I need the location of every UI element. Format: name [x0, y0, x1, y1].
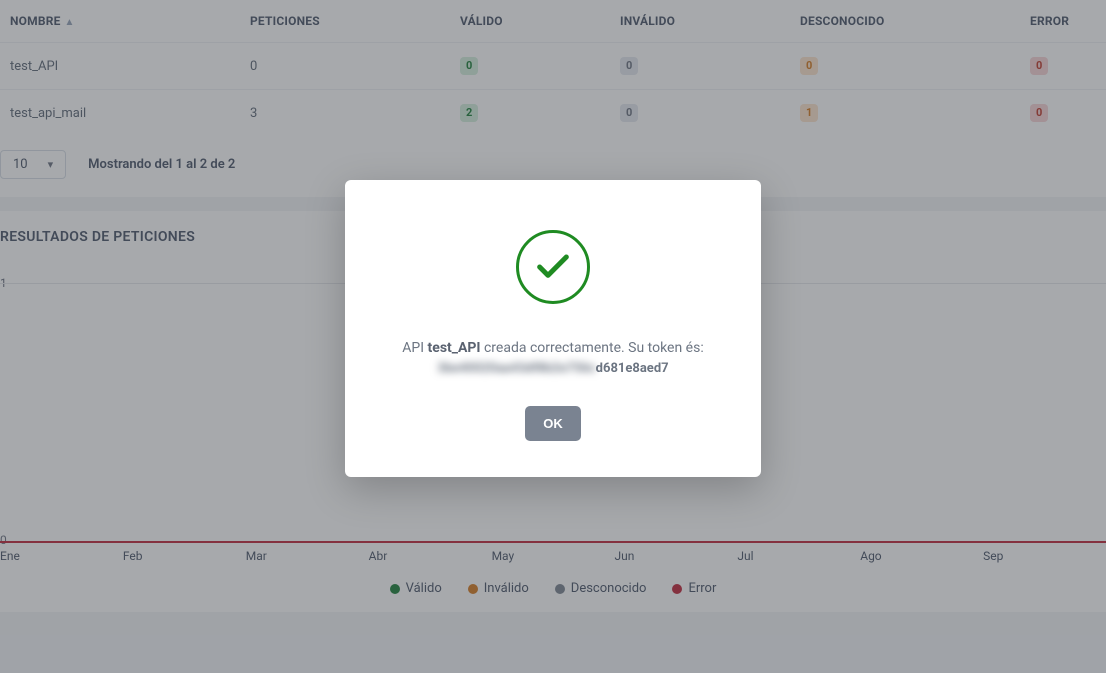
api-token: 3be40020aa43df8b2e756cd681e8aed7 — [375, 361, 731, 376]
check-icon — [375, 230, 731, 304]
modal-message: API test_API creada correctamente. Su to… — [375, 338, 731, 359]
success-modal: API test_API creada correctamente. Su to… — [345, 180, 761, 477]
ok-button[interactable]: OK — [525, 406, 581, 441]
